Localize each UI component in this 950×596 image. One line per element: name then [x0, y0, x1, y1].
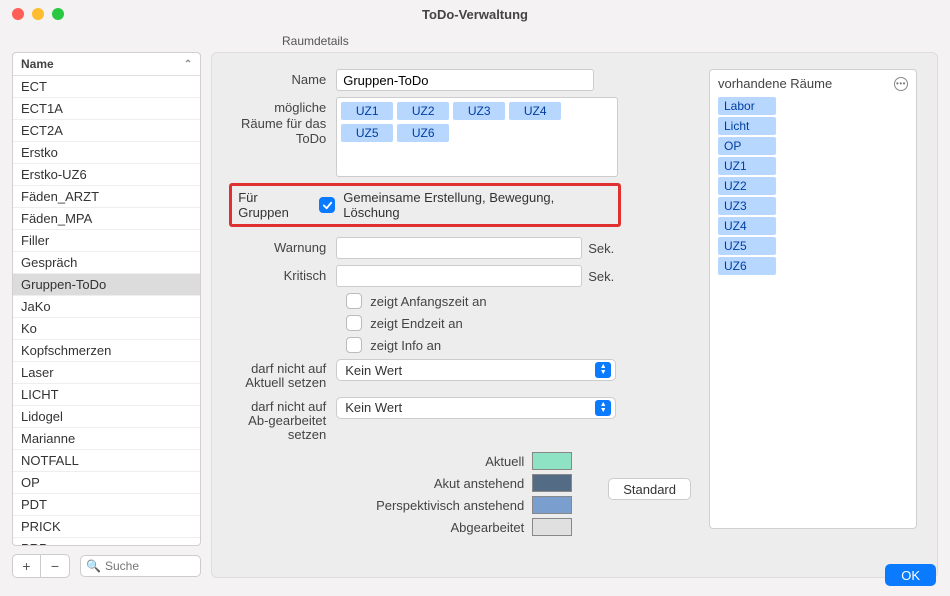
checkbox-gemeinsam[interactable] — [319, 197, 335, 213]
list-item[interactable]: Filler — [13, 230, 200, 252]
name-field[interactable] — [336, 69, 594, 91]
kritisch-field[interactable] — [336, 265, 582, 287]
available-room-tag[interactable]: UZ4 — [718, 217, 776, 235]
select-value: Kein Wert — [345, 400, 402, 415]
list-item[interactable]: Kopfschmerzen — [13, 340, 200, 362]
label-darf-abge: darf nicht auf Ab-gearbeitet setzen — [232, 397, 336, 443]
list-item[interactable]: Gruppen-ToDo — [13, 274, 200, 296]
label-gemeinsam: Gemeinsame Erstellung, Bewegung, Löschun… — [343, 190, 612, 220]
chevron-updown-icon: ▲▼ — [595, 400, 611, 416]
room-tag[interactable]: UZ1 — [341, 102, 393, 120]
list-item[interactable]: PRICK — [13, 516, 200, 538]
label-name: Name — [232, 69, 336, 87]
available-room-tag[interactable]: Labor — [718, 97, 776, 115]
remove-button[interactable]: − — [41, 555, 69, 577]
list-item[interactable]: Erstko-UZ6 — [13, 164, 200, 186]
available-room-tag[interactable]: UZ5 — [718, 237, 776, 255]
todo-list: Name ⌃ ECTECT1AECT2AErstkoErstko-UZ6Fäde… — [12, 52, 201, 546]
available-room-tag[interactable]: Licht — [718, 117, 776, 135]
add-button[interactable]: + — [13, 555, 41, 577]
highlight-group-option: Für Gruppen Gemeinsame Erstellung, Beweg… — [229, 183, 621, 227]
label-abge: Abgearbeitet — [451, 520, 525, 535]
list-item[interactable]: ECT1A — [13, 98, 200, 120]
list-item[interactable]: Erstko — [13, 142, 200, 164]
list-item[interactable]: ECT2A — [13, 120, 200, 142]
label-persp: Perspektivisch anstehend — [376, 498, 524, 513]
label-endzeit: zeigt Endzeit an — [370, 316, 463, 331]
swatch-akut[interactable] — [532, 474, 572, 492]
checkbox-info[interactable] — [346, 337, 362, 353]
list-item[interactable]: PDT — [13, 494, 200, 516]
add-remove-group: + − — [12, 554, 70, 578]
list-item[interactable]: LICHT — [13, 384, 200, 406]
checkmark-icon — [322, 200, 333, 211]
list-item[interactable]: Gespräch — [13, 252, 200, 274]
list-item[interactable]: NOTFALL — [13, 450, 200, 472]
chevron-updown-icon: ▲▼ — [595, 362, 611, 378]
swatch-persp[interactable] — [532, 496, 572, 514]
label-info: zeigt Info an — [370, 338, 441, 353]
label-rooms: mögliche Räume für das ToDo — [232, 97, 336, 147]
list-item[interactable]: Ko — [13, 318, 200, 340]
list-item[interactable]: JaKo — [13, 296, 200, 318]
label-anfangszeit: zeigt Anfangszeit an — [370, 294, 486, 309]
room-tag[interactable]: UZ6 — [397, 124, 449, 142]
suffix-sek-1: Sek. — [588, 241, 614, 256]
list-header-label: Name — [21, 57, 54, 71]
label-akut: Akut anstehend — [434, 476, 524, 491]
list-item[interactable]: Lidogel — [13, 406, 200, 428]
room-tag[interactable]: UZ2 — [397, 102, 449, 120]
ok-button[interactable]: OK — [885, 564, 936, 586]
checkbox-anfangszeit[interactable] — [346, 293, 362, 309]
list-item[interactable]: Fäden_MPA — [13, 208, 200, 230]
available-rooms-header: vorhandene Räume — [718, 76, 832, 91]
label-kritisch: Kritisch — [232, 265, 336, 283]
standard-button[interactable]: Standard — [608, 478, 691, 500]
swatch-aktuell[interactable] — [532, 452, 572, 470]
available-room-tag[interactable]: UZ1 — [718, 157, 776, 175]
more-icon[interactable]: ••• — [894, 77, 908, 91]
available-room-tag[interactable]: UZ6 — [718, 257, 776, 275]
list-item[interactable]: Marianne — [13, 428, 200, 450]
select-darf-abge[interactable]: Kein Wert ▲▼ — [336, 397, 616, 419]
label-fuer-gruppen: Für Gruppen — [238, 190, 311, 220]
select-value: Kein Wert — [345, 363, 402, 378]
available-room-tag[interactable]: UZ2 — [718, 177, 776, 195]
window-title: ToDo-Verwaltung — [0, 7, 950, 22]
list-item[interactable]: Fäden_ARZT — [13, 186, 200, 208]
list-header-name[interactable]: Name ⌃ — [13, 53, 200, 76]
titlebar: ToDo-Verwaltung — [0, 0, 950, 28]
section-label: Raumdetails — [278, 28, 950, 52]
label-aktuell: Aktuell — [485, 454, 524, 469]
list-item[interactable]: PRP — [13, 538, 200, 545]
warnung-field[interactable] — [336, 237, 582, 259]
list-item[interactable]: ECT — [13, 76, 200, 98]
available-room-tag[interactable]: UZ3 — [718, 197, 776, 215]
label-warnung: Warnung — [232, 237, 336, 255]
suffix-sek-2: Sek. — [588, 269, 614, 284]
select-darf-aktuell[interactable]: Kein Wert ▲▼ — [336, 359, 616, 381]
room-tag[interactable]: UZ3 — [453, 102, 505, 120]
list-item[interactable]: Laser — [13, 362, 200, 384]
rooms-box[interactable]: UZ1UZ2UZ3UZ4 UZ5UZ6 — [336, 97, 618, 177]
swatch-abge[interactable] — [532, 518, 572, 536]
available-room-tag[interactable]: OP — [718, 137, 776, 155]
room-tag[interactable]: UZ5 — [341, 124, 393, 142]
search-icon: 🔍 — [86, 559, 101, 573]
label-darf-aktuell: darf nicht auf Aktuell setzen — [232, 359, 336, 391]
available-rooms-box: vorhandene Räume ••• Labor Licht OP UZ1 UZ2 U… — [709, 69, 917, 529]
room-tag[interactable]: UZ4 — [509, 102, 561, 120]
sort-asc-icon: ⌃ — [184, 59, 192, 70]
checkbox-endzeit[interactable] — [346, 315, 362, 331]
list-item[interactable]: OP — [13, 472, 200, 494]
